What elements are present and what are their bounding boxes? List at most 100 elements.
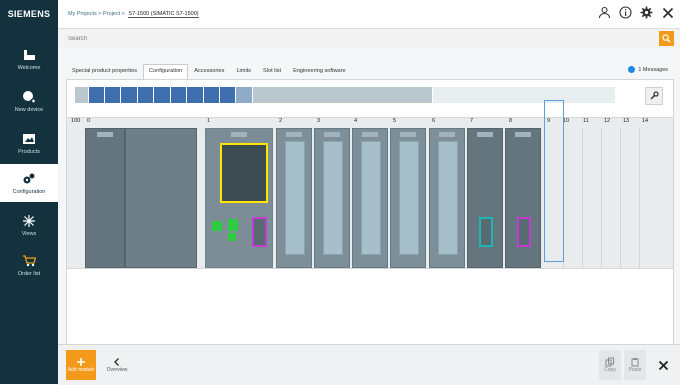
delete-button[interactable] xyxy=(653,355,673,375)
rack-overview[interactable] xyxy=(75,87,615,103)
comm-module-slot-8[interactable] xyxy=(505,128,541,268)
paste-icon xyxy=(631,358,639,367)
views-icon xyxy=(21,214,37,228)
close-icon[interactable] xyxy=(661,6,674,19)
sidebar-item-welcome[interactable]: Welcome xyxy=(0,40,58,78)
tab-limits[interactable]: Limits xyxy=(230,64,257,80)
search-input[interactable] xyxy=(64,32,664,45)
overview-cell xyxy=(220,87,237,103)
sidebar-item-label: Welcome xyxy=(17,64,41,71)
tab-special-product-properties[interactable]: Special product properties xyxy=(66,64,143,80)
info-icon[interactable] xyxy=(619,6,632,19)
sidebar-item-configuration[interactable]: Configuration xyxy=(0,164,58,202)
module-slot-0[interactable] xyxy=(85,128,125,268)
slot-label: 4 xyxy=(354,118,358,124)
overview-cell xyxy=(170,87,188,103)
slot-label: 11 xyxy=(583,118,589,124)
tab-bar: Special product properties Configuration… xyxy=(66,64,352,80)
top-icons xyxy=(598,6,674,19)
overview-cell xyxy=(236,87,253,103)
plus-icon xyxy=(77,358,85,366)
sidebar-item-label: Products xyxy=(18,148,40,155)
overview-cell xyxy=(137,87,155,103)
new-device-icon xyxy=(21,90,37,104)
top-bar: My Projects > Project > S7-1500 (SIMATIC… xyxy=(58,0,680,28)
empty-slot-13[interactable] xyxy=(620,128,640,268)
configuration-icon xyxy=(21,172,37,186)
sidebar-item-products[interactable]: Products xyxy=(0,124,58,162)
port-green-icon xyxy=(212,221,222,231)
port-magenta-icon xyxy=(252,217,267,247)
copy-button[interactable]: Copy xyxy=(599,350,621,380)
tab-accessories[interactable]: Accessories xyxy=(188,64,230,80)
slot-label: 6 xyxy=(432,118,436,124)
overview-cell xyxy=(75,87,89,103)
products-icon xyxy=(21,132,37,146)
port-teal-icon xyxy=(479,217,493,247)
copy-icon xyxy=(605,357,614,367)
breadcrumb-current: S7-1500 (SIMATIC S7-1500) xyxy=(128,11,199,18)
sidebar-item-views[interactable]: Views xyxy=(0,206,58,244)
overview-cell xyxy=(121,87,138,103)
slot-label: 1 xyxy=(207,118,211,124)
bottom-bar: Add module Overview Copy Paste xyxy=(58,344,680,385)
close-icon xyxy=(658,360,668,370)
comm-module-slot-7[interactable] xyxy=(467,128,503,268)
empty-slot-11[interactable] xyxy=(582,128,602,268)
tab-configuration[interactable]: Configuration xyxy=(143,64,189,80)
rack: 100 0 1 2 3 4 5 6 7 8 9 10 11 12 13 14 xyxy=(67,100,673,269)
overview-cell xyxy=(203,87,221,103)
overview-cell xyxy=(88,87,105,103)
slot-label: 0 xyxy=(87,118,91,124)
add-module-label: Add module xyxy=(67,367,95,373)
overview-cell xyxy=(104,87,122,103)
io-module-slot-6[interactable] xyxy=(429,128,465,268)
slot-selection-frame xyxy=(544,100,564,262)
breadcrumb-link-projects[interactable]: My Projects xyxy=(68,11,97,17)
module-slot-0-body[interactable] xyxy=(125,128,197,268)
slot-label: 8 xyxy=(509,118,513,124)
io-module-slot-5[interactable] xyxy=(390,128,426,268)
sidebar-item-label: Views xyxy=(21,230,37,237)
io-module-slot-4[interactable] xyxy=(352,128,388,268)
overview-cell xyxy=(154,87,171,103)
port-green-icon xyxy=(228,219,238,231)
slot-label: 3 xyxy=(317,118,321,124)
overview-label: Overview xyxy=(106,367,128,373)
search-icon xyxy=(662,34,671,43)
add-module-button[interactable]: Add module xyxy=(66,350,96,380)
search-row xyxy=(58,28,680,50)
breadcrumb-link-project[interactable]: Project xyxy=(103,11,120,17)
io-module-slot-2[interactable] xyxy=(276,128,312,268)
chevron-left-icon xyxy=(114,358,119,366)
tab-slot-list[interactable]: Slot list xyxy=(257,64,287,80)
sidebar: SIEMENS Welcome New device Products Conf… xyxy=(0,0,58,384)
overview-cell xyxy=(252,87,434,103)
io-module-slot-3[interactable] xyxy=(314,128,350,268)
tab-engineering-software[interactable]: Engineering software xyxy=(287,64,352,80)
empty-slot-10[interactable] xyxy=(563,128,583,268)
sidebar-item-label: Configuration xyxy=(12,188,46,195)
slot-label: 100 xyxy=(71,118,81,124)
messages-indicator[interactable]: 1 Messages xyxy=(628,66,668,73)
slot-label: 7 xyxy=(470,118,474,124)
message-dot-icon xyxy=(628,66,636,73)
slot-label: 5 xyxy=(393,118,397,124)
slot-label: 12 xyxy=(604,118,611,124)
cpu-display xyxy=(220,143,268,203)
search-button[interactable] xyxy=(659,31,674,46)
overview-button[interactable]: Overview xyxy=(102,350,132,380)
empty-slot-12[interactable] xyxy=(601,128,621,268)
paste-button[interactable]: Paste xyxy=(624,350,646,380)
port-magenta-icon xyxy=(517,217,531,247)
settings-tool-button[interactable] xyxy=(645,87,663,105)
sidebar-item-new-device[interactable]: New device xyxy=(0,82,58,120)
breadcrumb: My Projects > Project > S7-1500 (SIMATIC… xyxy=(68,11,199,18)
user-icon[interactable] xyxy=(598,6,611,19)
overview-cell xyxy=(433,87,615,103)
paste-label: Paste xyxy=(628,367,642,373)
sidebar-item-label: Order list xyxy=(17,270,41,277)
gear-icon[interactable] xyxy=(640,6,653,19)
sidebar-item-order-list[interactable]: Order list xyxy=(0,246,58,284)
cpu-module[interactable] xyxy=(205,128,273,268)
